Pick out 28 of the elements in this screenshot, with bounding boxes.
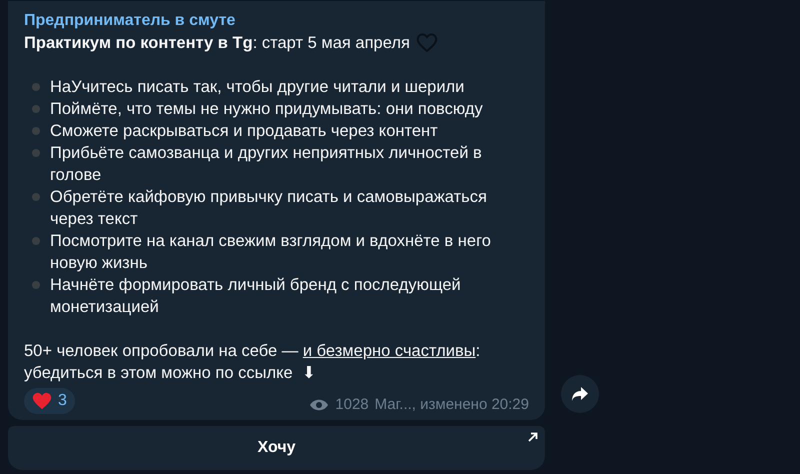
list-item: Прибьёте самозванца и других неприятных личностей в голове	[50, 143, 483, 186]
bullet-icon	[32, 83, 40, 91]
message-meta: Маг..., изменено 20:29	[374, 395, 529, 415]
bullet-icon	[32, 193, 40, 201]
bullet-icon	[32, 281, 40, 289]
share-icon	[571, 386, 589, 402]
heart-icon	[32, 392, 52, 410]
bullet-icon	[32, 105, 40, 113]
bullet-icon	[32, 127, 40, 135]
bullet-icon	[32, 237, 40, 245]
list-item: Начнёте формировать личный бренд с последующей монетизацией	[50, 275, 462, 318]
list-item: НаУчитесь писать так, чтобы другие читали и шерили	[50, 77, 464, 98]
list-item: Поймёте, что темы не нужно придумывать: они повсюду	[50, 99, 483, 120]
headline: Практикум по контенту в Tg: старт 5 мая апреля	[24, 33, 410, 54]
heart-icon	[416, 33, 438, 53]
reaction-button[interactable]: 3	[24, 388, 75, 414]
bullet-icon	[32, 149, 40, 157]
list-item: Посмотрите на канал свежим взглядом и вдохнёте в него новую жизнь	[50, 231, 492, 274]
paragraph: 50+ человек опробовали на себе — и безмерно счастливы: убедиться в этом можно по ссылке ⬇	[24, 342, 482, 382]
channel-name[interactable]: Предприниматель в смуте	[24, 10, 529, 32]
link[interactable]: и безмерно счастливы	[302, 342, 476, 360]
eye-icon	[309, 398, 330, 412]
list-item: Сможете раскрываться и продавать через контент	[50, 121, 438, 142]
share-button[interactable]	[561, 375, 599, 413]
inline-button[interactable]: Хочу	[8, 426, 545, 470]
arrow-icon	[528, 432, 538, 442]
view-count: 1028	[335, 395, 369, 415]
list-item: Обретёте кайфовую привычку писать и самовыражаться через текст	[50, 187, 488, 230]
